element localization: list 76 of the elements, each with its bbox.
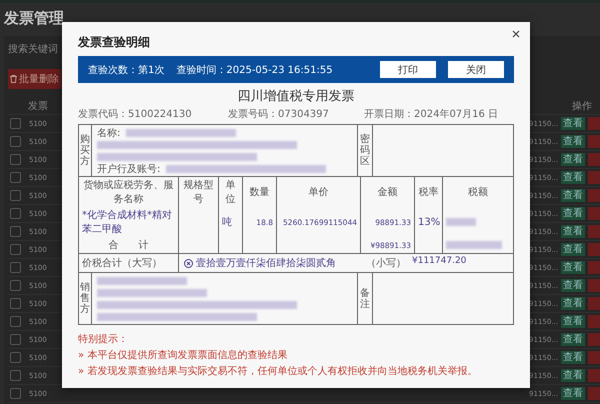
row-checkbox[interactable] [10,370,21,381]
row-checkbox[interactable] [10,118,21,129]
total-figure-label: （小写） [366,256,406,270]
cipher-label: 密码区 [360,134,370,167]
column-header: 发票 [28,100,48,112]
view-button[interactable]: 查看 [561,315,585,328]
field-label: 开户行及账号: [97,162,160,176]
trash-icon [10,75,17,83]
row-checkbox[interactable] [10,334,21,345]
row-checkbox[interactable] [10,298,21,309]
dialog-title: 发票查验明细 [78,34,151,51]
total-figure: ¥111747.20 [412,256,466,268]
view-button[interactable]: 查看 [561,117,585,130]
row-checkbox[interactable] [10,208,21,219]
view-button[interactable]: 查看 [561,351,585,364]
view-button[interactable]: 查看 [561,243,585,256]
view-button[interactable]: 查看 [561,261,585,274]
row-checkbox[interactable] [10,136,21,147]
view-button[interactable]: 查看 [561,207,585,220]
column-header: 单位 [224,178,236,206]
row-checkbox[interactable] [10,154,21,165]
notice-title: 特别提示： [78,332,129,346]
invoice-code: 发票代码：5100224130 [78,108,193,121]
row-checkbox[interactable] [10,244,21,255]
total-label: 合 计 [108,238,148,252]
view-button[interactable]: 查看 [561,369,585,382]
row-checkbox[interactable] [10,172,21,183]
invoice-date: 开票日期：2024年07月16 日 [364,108,498,121]
column-header: 规格型号 [182,178,214,206]
column-header: 单价 [308,186,328,199]
item-rate: 13% [418,216,440,228]
field-label: 名称: [97,126,120,140]
row-checkbox[interactable] [10,280,21,291]
column-header: 数量 [250,186,270,199]
row-checkbox[interactable] [10,388,21,399]
item-unit: 吨 [222,216,232,229]
search-label: 搜索关键词 [8,42,58,56]
seller-label: 销售方 [80,282,90,315]
notice-text: » 若发现发票查验结果与实际交易不符，任何单位或个人有权拒收并向当地税务机关举报。 [78,364,478,378]
column-header: 金额 [378,186,398,199]
view-button[interactable]: 查看 [561,135,585,148]
column-header: 操作 [572,100,592,112]
row-checkbox[interactable] [10,262,21,273]
remark-label: 备注 [360,288,370,310]
invoice-number: 发票号码：07304397 [228,108,330,121]
batch-delete-button[interactable]: 批量删除 [8,69,61,89]
view-button[interactable]: 查看 [561,225,585,238]
notice-text: » 本平台仅提供所查询发票票面信息的查验结果 [78,348,288,362]
redacted-text [446,241,502,249]
row-checkbox[interactable] [10,190,21,201]
redacted-text [446,218,476,226]
view-button[interactable]: 查看 [561,297,585,310]
row-checkbox[interactable] [10,316,21,327]
circle-x-icon [184,258,193,268]
column-header: 货物或应税劳务、服务名称 [82,178,174,206]
view-button[interactable]: 查看 [561,153,585,166]
view-button[interactable]: 查看 [561,387,585,400]
dialog-button[interactable]: 打印 [380,61,436,78]
total-words-label: 价税合计（大写） [82,256,162,270]
view-button[interactable]: 查看 [561,171,585,184]
column-header: 税额 [468,186,488,199]
check-time: 查验时间：2025-05-23 16:51:55 [176,64,333,76]
total-in-words: 壹拾壹万壹仟柒佰肆拾柒圆贰角 [196,256,336,270]
view-button[interactable]: 查看 [561,333,585,346]
row-checkbox[interactable] [10,352,21,363]
view-button[interactable]: 查看 [561,279,585,292]
invoice-title: 四川增值税专用发票 [236,88,356,105]
item-name: *化学合成材料*精对苯二甲酸 [82,208,173,236]
column-header: 税率 [418,186,438,199]
check-count: 查验次数：第1次 [88,64,164,76]
dialog-button[interactable]: 关闭 [448,61,504,78]
page-title: 发票管理 [4,9,65,28]
buyer-label: 购买方 [80,134,90,167]
view-button[interactable]: 查看 [561,189,585,202]
close-icon[interactable] [512,30,520,38]
row-checkbox[interactable] [10,226,21,237]
